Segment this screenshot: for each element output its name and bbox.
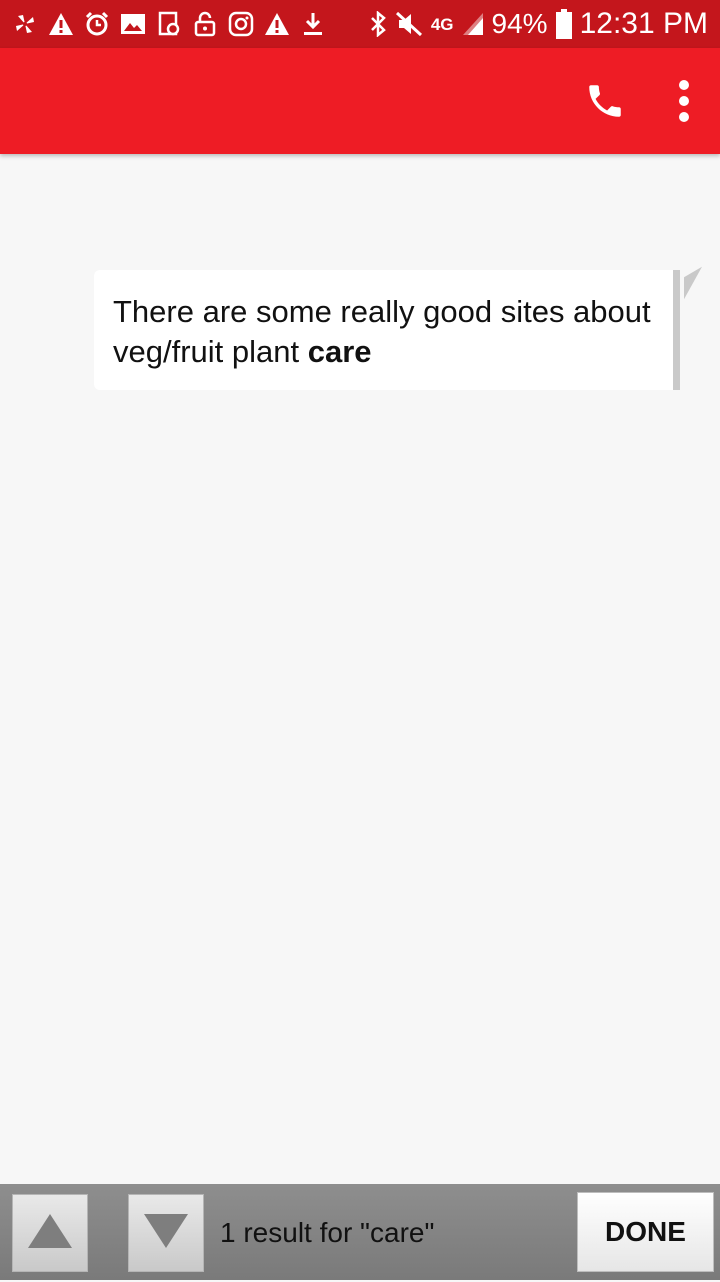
search-highlight: care <box>307 334 372 369</box>
alert-icon <box>264 11 290 37</box>
call-button[interactable] <box>580 78 630 128</box>
battery-icon <box>555 9 572 39</box>
alert-icon <box>48 11 74 37</box>
status-bar: 4G 94% 12:31 PM <box>0 0 720 48</box>
battery-percent: 94% <box>491 8 548 39</box>
screenshot-icon <box>156 11 182 37</box>
message-text: There are some really good sites about v… <box>113 294 651 369</box>
image-icon <box>120 11 146 37</box>
arrow-up-icon <box>26 1212 74 1255</box>
app-bar <box>0 48 720 154</box>
result-count-text: 1 result for "care" <box>220 1217 435 1248</box>
clock: 12:31 PM <box>579 7 708 40</box>
message-bubble[interactable]: There are some really good sites about v… <box>94 270 680 390</box>
mute-icon <box>395 11 423 37</box>
download-icon <box>300 11 326 37</box>
search-result-bar: 1 result for "care" DONE <box>0 1184 720 1280</box>
more-options-button[interactable] <box>664 78 704 128</box>
lock-icon <box>192 11 218 37</box>
bluetooth-icon <box>369 11 387 37</box>
arrow-down-icon <box>142 1212 190 1255</box>
more-vert-icon <box>678 79 690 128</box>
system-icons: 4G 94% 12:31 PM <box>361 0 708 48</box>
notification-icons <box>12 0 336 48</box>
bubble-tail <box>684 266 702 300</box>
previous-result-button[interactable] <box>12 1194 88 1272</box>
signal-icon <box>462 12 484 36</box>
instagram-icon <box>228 11 254 37</box>
pinwheel-icon <box>12 11 38 37</box>
done-button[interactable]: DONE <box>577 1192 714 1272</box>
lte-icon: 4G <box>430 14 454 34</box>
phone-icon <box>584 80 626 127</box>
next-result-button[interactable] <box>128 1194 204 1272</box>
alarm-icon <box>84 11 110 37</box>
